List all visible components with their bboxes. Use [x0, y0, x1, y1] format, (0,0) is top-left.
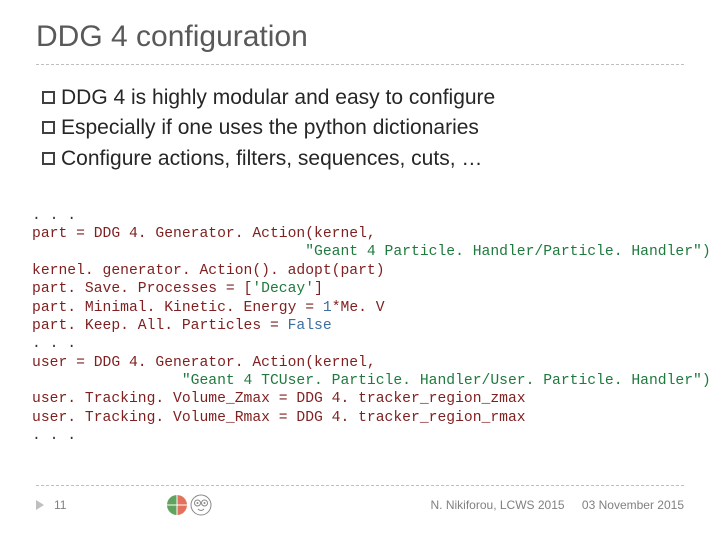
date-text: 03 November 2015 [582, 498, 684, 512]
bullet-list: DDG 4 is highly modular and easy to conf… [36, 83, 684, 174]
code-line: . . . [32, 336, 76, 352]
code-line: user. Tracking. Volume_Rmax = DDG 4. tra… [32, 410, 526, 426]
slide-title: DDG 4 configuration [36, 20, 684, 54]
bullet-item: Configure actions, filters, sequences, c… [42, 144, 684, 174]
code-line: "Geant 4 Particle. Handler/Particle. Han… [32, 244, 711, 260]
square-bullet-icon [42, 91, 55, 104]
title-divider [36, 64, 684, 65]
code-line: "Geant 4 TCUser. Particle. Handler/User.… [32, 373, 711, 389]
bullet-text: DDG 4 is highly modular and easy to conf… [61, 83, 495, 113]
code-line: kernel. generator. Action(). adopt(part) [32, 263, 385, 279]
arrow-right-icon [36, 500, 44, 510]
footer-row: 11 N. Nikiforou, LCWS 201 [36, 494, 684, 516]
bullet-text: Configure actions, filters, sequences, c… [61, 144, 482, 174]
slide: DDG 4 configuration DDG 4 is highly modu… [0, 0, 720, 540]
code-fragment: False [288, 318, 332, 334]
code-fragment: part. Keep. All. Particles = [32, 318, 288, 334]
footer-credits: N. Nikiforou, LCWS 2015 03 November 2015 [431, 498, 684, 512]
bullet-item: Especially if one uses the python dictio… [42, 113, 684, 143]
code-fragment: part. Save. Processes = [ [32, 281, 252, 297]
logo-group [166, 494, 212, 516]
page-number: 11 [54, 498, 80, 512]
code-line: user. Tracking. Volume_Zmax = DDG 4. tra… [32, 391, 526, 407]
footer: 11 N. Nikiforou, LCWS 201 [36, 485, 684, 516]
globe-logo-icon [166, 494, 188, 516]
code-line: . . . [32, 428, 76, 444]
code-fragment: 'Decay' [252, 281, 314, 297]
footer-divider [36, 485, 684, 486]
code-line: . . . [32, 208, 76, 224]
code-block: . . . part = DDG 4. Generator. Action(ke… [32, 188, 684, 445]
code-line: user = DDG 4. Generator. Action(kernel, [32, 355, 376, 371]
square-bullet-icon [42, 152, 55, 165]
code-line: part = DDG 4. Generator. Action(kernel, [32, 226, 376, 242]
square-bullet-icon [42, 121, 55, 134]
code-fragment: 1 [323, 300, 332, 316]
code-fragment: *Me. V [332, 300, 385, 316]
code-fragment: part. Minimal. Kinetic. Energy = [32, 300, 323, 316]
author-text: N. Nikiforou, LCWS 2015 [431, 498, 565, 512]
bullet-text: Especially if one uses the python dictio… [61, 113, 479, 143]
owl-logo-icon [190, 494, 212, 516]
code-fragment: ] [314, 281, 323, 297]
bullet-item: DDG 4 is highly modular and easy to conf… [42, 83, 684, 113]
